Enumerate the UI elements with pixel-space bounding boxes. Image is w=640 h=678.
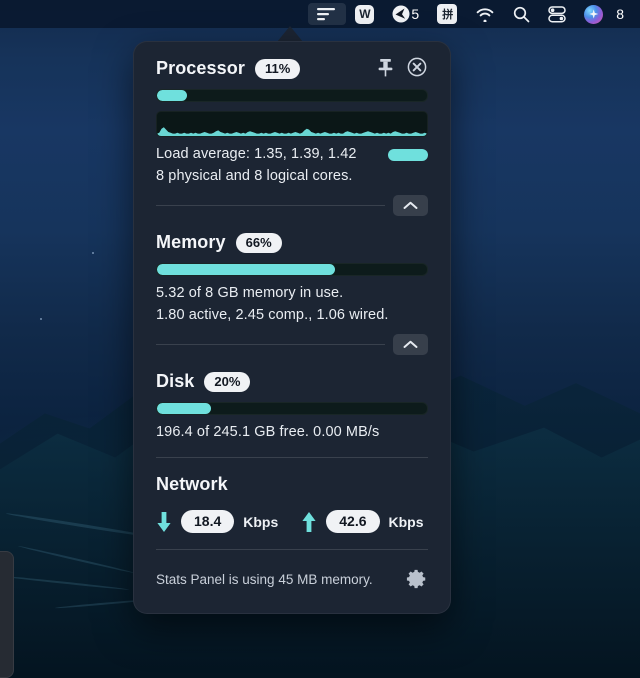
w-box-icon: W (355, 5, 374, 24)
background-window-edge[interactable] (0, 551, 14, 678)
memory-section: Memory 66% 5.32 of 8 GB memory in use. 1… (156, 216, 428, 355)
spotlight-icon[interactable] (504, 0, 539, 28)
processor-percent-badge: 11% (255, 59, 300, 79)
cleaner-badge-count: 5 (411, 6, 419, 22)
processor-usage-bar-fill (157, 90, 187, 101)
network-download-value: 18.4 (181, 510, 234, 533)
network-title: Network (156, 474, 228, 495)
disk-percent-badge: 20% (204, 372, 250, 392)
processor-usage-bar (156, 89, 428, 102)
close-icon (407, 57, 427, 77)
stats-menu-icon[interactable] (308, 3, 346, 25)
gear-icon[interactable] (406, 568, 428, 590)
memory-usage-bar-fill (157, 264, 335, 275)
disk-title: Disk (156, 371, 194, 392)
panel-header-tools (374, 56, 428, 78)
star (40, 318, 42, 320)
processor-history-graph (156, 111, 428, 137)
cleaner-menu-icon[interactable]: 5 (383, 0, 428, 28)
arrow-badge-icon (392, 5, 410, 23)
pin-icon (377, 58, 394, 77)
wiki-letter: W (359, 7, 370, 21)
pin-button[interactable] (374, 56, 396, 78)
wifi-icon[interactable] (466, 0, 504, 28)
search-icon (513, 6, 530, 23)
network-header: Network (156, 458, 428, 505)
processor-collapse-row (156, 195, 428, 216)
upload-arrow-icon (301, 511, 317, 533)
memory-percent-badge: 66% (236, 233, 282, 253)
chevron-up-icon (403, 340, 418, 349)
close-button[interactable] (406, 56, 428, 78)
panel-footer: Stats Panel is using 45 MB memory. (156, 568, 428, 590)
disk-header: Disk 20% (156, 355, 428, 402)
control-center-icon[interactable] (539, 0, 575, 28)
wifi-icon (475, 7, 495, 22)
memory-collapse-row (156, 334, 428, 355)
control-center-icon (548, 6, 566, 23)
processor-legend-pill (388, 149, 428, 161)
network-section: Network 18.4 Kbps 42.6 Kbps (156, 458, 428, 550)
disk-usage-bar (156, 402, 428, 415)
input-method-icon[interactable]: 拼 (428, 0, 466, 28)
section-divider (156, 205, 385, 206)
menu-bar-clock[interactable]: 8 (612, 6, 630, 22)
memory-detail-info: 1.80 active, 2.45 comp., 1.06 wired. (156, 305, 428, 326)
network-upload-value: 42.6 (326, 510, 379, 533)
processor-title: Processor (156, 58, 245, 79)
processor-section: Processor 11% Load average: 1.35, 1.39, … (156, 42, 428, 216)
siri-icon[interactable] (575, 0, 612, 28)
stats-panel: Processor 11% Load average: 1.35, 1.39, … (133, 41, 451, 614)
memory-header: Memory 66% (156, 216, 428, 263)
menu-bar: W 5 拼 (0, 0, 640, 28)
disk-info: 196.4 of 245.1 GB free. 0.00 MB/s (156, 422, 428, 443)
processor-history-chart (157, 112, 427, 136)
pinyin-icon: 拼 (437, 4, 457, 24)
memory-title: Memory (156, 232, 226, 253)
network-values-row: 18.4 Kbps 42.6 Kbps (156, 510, 428, 533)
processor-collapse-button[interactable] (393, 195, 428, 216)
memory-usage-bar (156, 263, 428, 276)
star (92, 252, 94, 254)
chevron-up-icon (403, 201, 418, 210)
memory-usage-info: 5.32 of 8 GB memory in use. (156, 283, 428, 304)
siri-orb-icon (584, 5, 603, 24)
section-divider (156, 344, 385, 345)
pinyin-label: 拼 (442, 6, 452, 22)
network-download-unit: Kbps (243, 514, 278, 530)
network-upload-unit: Kbps (389, 514, 424, 530)
disk-section: Disk 20% 196.4 of 245.1 GB free. 0.00 MB… (156, 355, 428, 458)
processor-cores-info: 8 physical and 8 logical cores. (156, 166, 428, 187)
bar-chart-icon (317, 7, 337, 21)
wiki-menu-icon[interactable]: W (346, 0, 383, 28)
panel-status-text: Stats Panel is using 45 MB memory. (156, 572, 373, 587)
memory-collapse-button[interactable] (393, 334, 428, 355)
section-divider (156, 549, 428, 550)
disk-usage-bar-fill (157, 403, 211, 414)
download-arrow-icon (156, 511, 172, 533)
